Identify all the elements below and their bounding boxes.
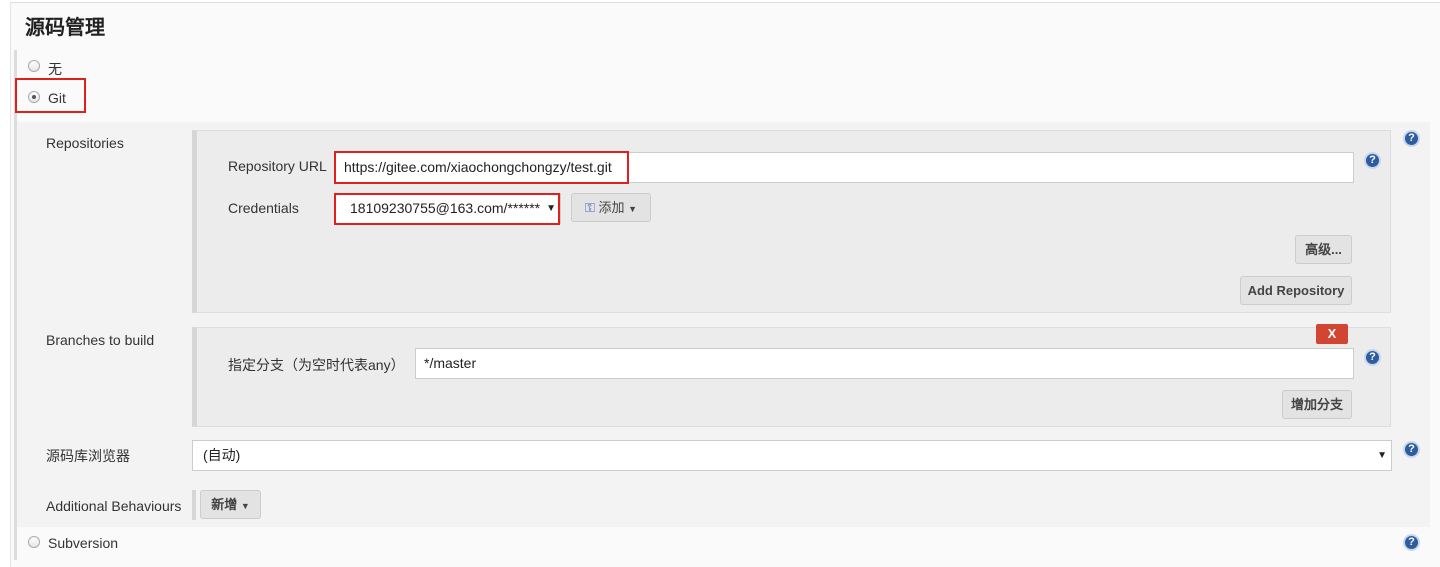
radio-subversion-label: Subversion	[48, 535, 119, 551]
section-title: 源码管理	[25, 17, 105, 39]
help-icon[interactable]: ?	[1403, 130, 1420, 147]
radio-git[interactable]	[28, 91, 40, 103]
radio-git-label: Git	[48, 90, 66, 106]
advanced-button[interactable]: 高级...	[1295, 235, 1352, 264]
help-icon[interactable]: ?	[1403, 441, 1420, 458]
add-branch-button[interactable]: 增加分支	[1282, 390, 1352, 419]
credentials-highlight	[334, 193, 560, 225]
additional-behaviours-label: Additional Behaviours	[46, 498, 182, 514]
repo-browser-label: 源码库浏览器	[46, 448, 130, 464]
branch-specifier-input[interactable]: */master	[415, 348, 1354, 379]
url-highlight	[334, 151, 629, 184]
help-icon[interactable]: ?	[1403, 534, 1420, 551]
branch-specifier-label: 指定分支（为空时代表any）	[228, 357, 405, 373]
add-repository-button[interactable]: Add Repository	[1240, 276, 1352, 305]
behaviours-divider	[192, 490, 196, 520]
radio-none[interactable]	[28, 60, 40, 72]
delete-branch-button[interactable]: X	[1316, 324, 1348, 344]
repositories-label: Repositories	[46, 135, 124, 151]
add-behaviour-button[interactable]: 新增 ▼	[200, 490, 261, 519]
radio-subversion[interactable]	[28, 536, 40, 548]
branches-label: Branches to build	[46, 332, 155, 348]
help-icon[interactable]: ?	[1364, 152, 1381, 169]
credentials-label: Credentials	[228, 200, 299, 216]
repo-browser-select[interactable]: (自动) ▼	[192, 440, 1392, 471]
help-icon[interactable]: ?	[1364, 349, 1381, 366]
repository-url-label: Repository URL	[228, 158, 327, 174]
add-credentials-button[interactable]: ⚿ 添加 ▼	[571, 193, 651, 222]
dropdown-arrow-icon: ▼	[1377, 450, 1387, 461]
chevron-down-icon: ▼	[628, 204, 638, 214]
radio-none-label: 无	[48, 61, 62, 77]
chevron-down-icon: ▼	[240, 501, 250, 511]
key-icon: ⚿	[584, 200, 595, 215]
